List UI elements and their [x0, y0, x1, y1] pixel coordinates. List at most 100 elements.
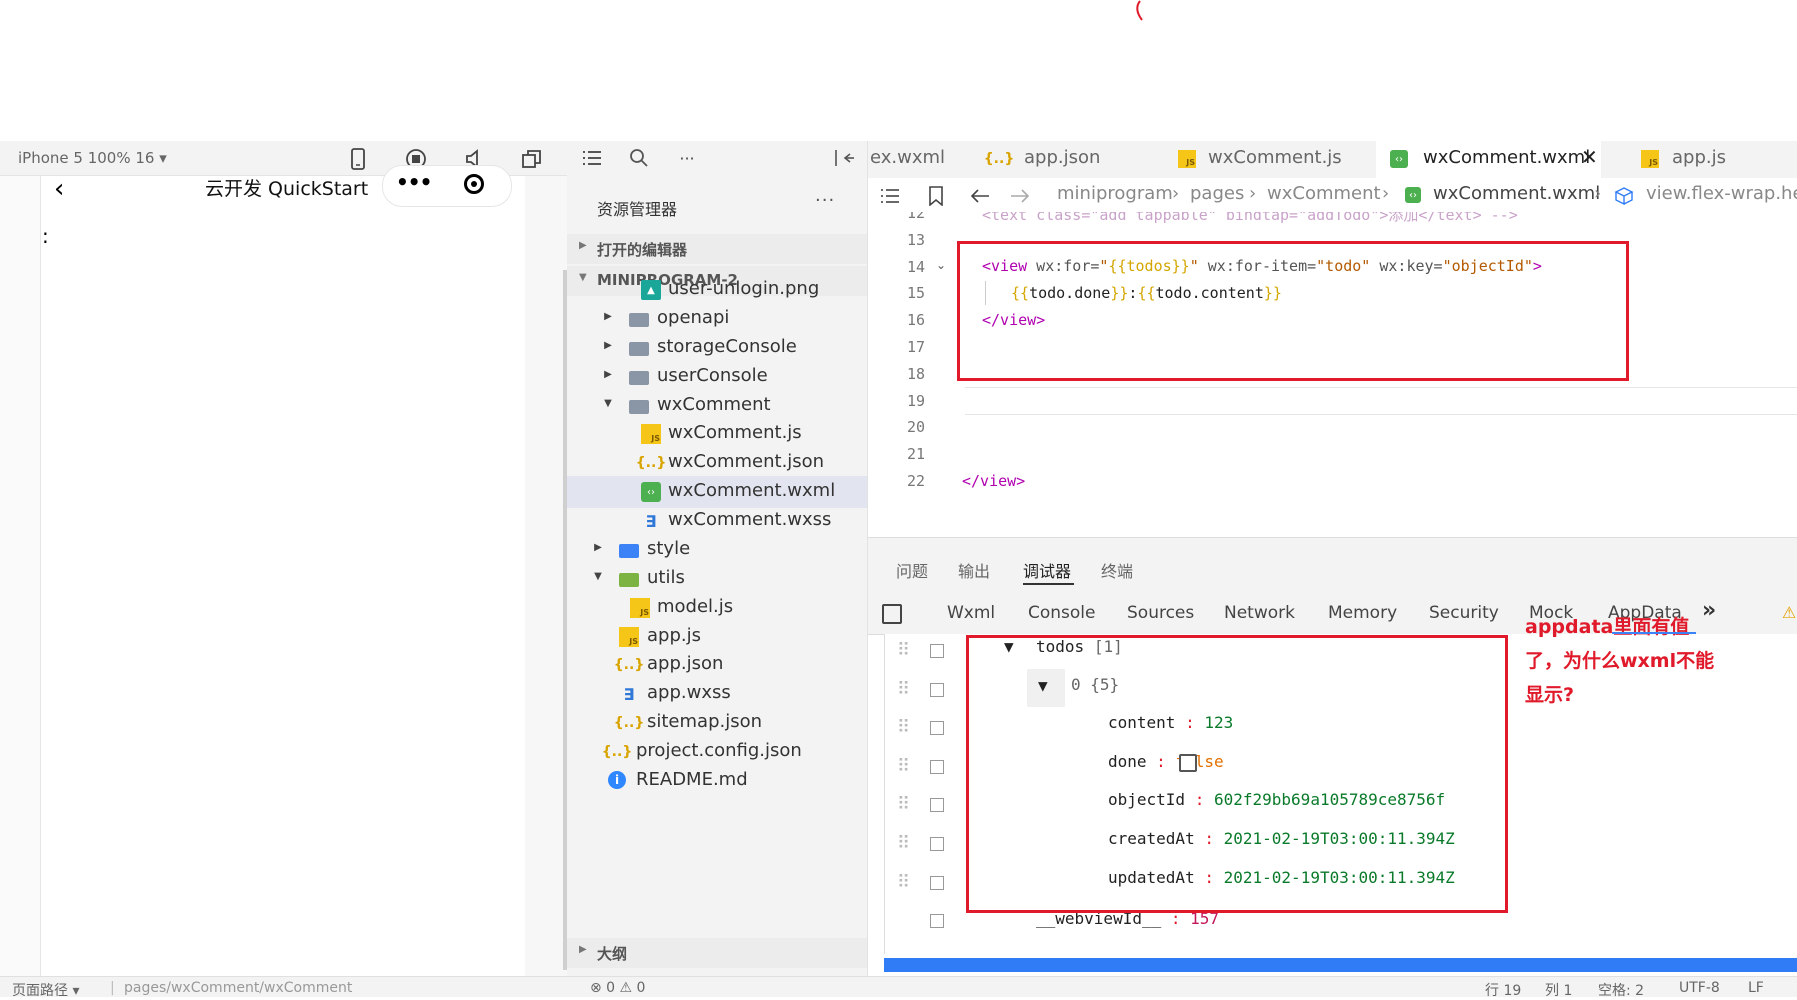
breadcrumb-item[interactable]: wxComment.wxml — [1433, 183, 1600, 204]
line-number: 22 — [906, 472, 925, 490]
new-window-icon[interactable] — [520, 147, 544, 171]
tree-item[interactable]: ∃ app.wxss — [567, 678, 867, 710]
collapse-sidebar-icon[interactable] — [832, 146, 856, 170]
row-checkbox[interactable] — [930, 875, 944, 890]
tree-item[interactable]: {..} project.config.json — [567, 736, 867, 768]
tree-item[interactable]: ▶ userConsole — [567, 361, 867, 393]
drag-handle-icon[interactable]: ⠿ — [897, 834, 910, 854]
errors-warnings[interactable]: ⊗ 0 ⚠ 0 — [590, 980, 645, 996]
caret-down-icon[interactable]: ▼ — [592, 571, 604, 582]
tree-item[interactable]: {..} app.json — [567, 649, 867, 681]
json-file-icon: {..} — [983, 151, 1015, 167]
simulator-left-margin — [0, 176, 40, 976]
tree-item[interactable]: {..} sitemap.json — [567, 707, 867, 739]
tree-item[interactable]: JS model.js — [567, 592, 867, 624]
tree-item[interactable]: ▶ style — [567, 534, 867, 566]
simulator-screen[interactable] — [40, 176, 526, 976]
tab-wxcomment-js[interactable]: JS wxComment.js — [1160, 141, 1350, 178]
devtools-tab-memory[interactable]: Memory — [1328, 603, 1397, 623]
tab-wxcomment-wxml[interactable]: ‹› wxComment.wxml ✕ — [1376, 141, 1601, 178]
devtools-tab-console[interactable]: Console — [1028, 603, 1096, 623]
close-icon[interactable]: ✕ — [1581, 145, 1598, 169]
devtools-tab-network[interactable]: Network — [1224, 603, 1295, 623]
folder-open-icon — [629, 400, 649, 414]
line-number: 19 — [906, 391, 925, 410]
annotation-line: 显示? — [1525, 684, 1575, 706]
cursor-col[interactable]: 列 1 — [1545, 980, 1572, 1000]
tab-app-json[interactable]: {..} app.json — [980, 141, 1140, 178]
indent-spaces[interactable]: 空格: 2 — [1598, 980, 1644, 1000]
tab-terminal[interactable]: 终端 — [1101, 558, 1133, 582]
tab-debugger[interactable]: 调试器 — [1023, 558, 1071, 582]
divider: | — [110, 980, 115, 996]
search-icon[interactable] — [627, 146, 651, 170]
list-icon[interactable] — [878, 184, 902, 208]
tree-item[interactable]: JS wxComment.js — [567, 418, 867, 450]
devtools-tab-security[interactable]: Security — [1429, 603, 1499, 623]
row-checkbox[interactable] — [930, 837, 944, 851]
caret-right-icon[interactable]: ▶ — [602, 369, 614, 380]
inspect-element-icon[interactable] — [882, 604, 902, 624]
page-path-label[interactable]: 页面路径 ▾ — [12, 980, 79, 996]
tree-item[interactable]: ▲ user-unlogin.png — [567, 274, 867, 306]
breadcrumb-item[interactable]: miniprogram — [1057, 183, 1173, 204]
tree-item[interactable]: ▶ storageConsole — [567, 332, 867, 364]
row-checkbox[interactable] — [930, 644, 944, 658]
file-encoding[interactable]: UTF-8 — [1679, 980, 1720, 996]
drag-handle-icon[interactable]: ⠿ — [897, 795, 910, 815]
cursor-row[interactable]: 行 19 — [1485, 980, 1521, 1000]
row-checkbox[interactable] — [930, 721, 944, 736]
row-checkbox[interactable] — [930, 798, 944, 813]
fold-chevron-icon[interactable]: ⌄ — [936, 258, 946, 272]
tree-item[interactable]: ▼ utils — [567, 563, 867, 595]
capsule-close-icon[interactable] — [464, 174, 484, 194]
warning-icon[interactable]: ⚠ — [1782, 603, 1796, 622]
tab-output[interactable]: 输出 — [958, 558, 990, 582]
breadcrumb-item[interactable]: wxComment — [1267, 183, 1381, 204]
tree-item[interactable]: i README.md — [567, 765, 867, 797]
line-ending[interactable]: LF — [1748, 980, 1764, 996]
phone-icon[interactable] — [346, 147, 370, 171]
list-icon[interactable] — [580, 146, 604, 170]
row-checkbox[interactable] — [930, 914, 944, 929]
drag-handle-icon[interactable]: ⠿ — [897, 718, 910, 738]
outline-section[interactable]: ▶ 大纲 — [567, 938, 867, 968]
caret-right-icon[interactable]: ▶ — [592, 542, 604, 553]
bookmark-icon[interactable] — [924, 184, 948, 208]
drag-handle-icon[interactable]: ⠿ — [897, 756, 910, 777]
devtools-tab-wxml[interactable]: Wxml — [947, 603, 995, 623]
folder-icon — [619, 573, 639, 587]
caret-right-icon[interactable]: ▶ — [602, 340, 614, 351]
tree-item[interactable]: {..} wxComment.json — [567, 447, 867, 479]
tab-problems[interactable]: 问题 — [896, 558, 928, 582]
tree-item[interactable]: ▶ openapi — [567, 303, 867, 335]
tree-item-label: README.md — [636, 769, 748, 790]
tab-app-js[interactable]: JS app.js — [1625, 141, 1797, 178]
line-number: 15 — [906, 284, 925, 303]
tree-item[interactable]: ‹› wxComment.wxml — [567, 476, 867, 508]
tree-item[interactable]: ∃ wxComment.wxss — [567, 505, 867, 537]
devtools-tab-sources[interactable]: Sources — [1127, 603, 1194, 623]
tree-item-label: wxComment.wxss — [668, 509, 832, 530]
forward-arrow-icon[interactable] — [1008, 184, 1032, 208]
tree-item-label: app.json — [647, 653, 724, 674]
drag-handle-icon[interactable]: ⠿ — [897, 679, 910, 700]
nav-back-button[interactable]: ‹ — [54, 174, 64, 204]
tab-ex-wxml[interactable]: ex.wxml — [868, 141, 968, 178]
explorer-more-button[interactable]: ··· — [815, 190, 835, 211]
back-arrow-icon[interactable] — [968, 184, 992, 208]
more-dots-icon[interactable]: ••• — [396, 170, 432, 194]
drag-handle-icon[interactable]: ⠿ — [897, 872, 910, 893]
more-dots-icon[interactable]: ··· — [675, 146, 699, 170]
open-editors-section[interactable]: ▶ 打开的编辑器 — [567, 234, 867, 264]
caret-down-icon[interactable]: ▼ — [602, 398, 614, 409]
row-checkbox[interactable] — [930, 759, 944, 774]
breadcrumb-item[interactable]: pages — [1190, 183, 1244, 204]
row-checkbox[interactable] — [930, 682, 944, 697]
device-select[interactable]: iPhone 5 100% 16 ▾ — [18, 149, 167, 167]
horizontal-scrollbar[interactable] — [884, 958, 1797, 972]
drag-handle-icon[interactable]: ⠿ — [897, 641, 910, 661]
top-blank-area — [0, 0, 1797, 141]
caret-right-icon[interactable]: ▶ — [602, 311, 614, 322]
breadcrumb-item[interactable]: view.flex-wrap.he — [1646, 183, 1797, 204]
